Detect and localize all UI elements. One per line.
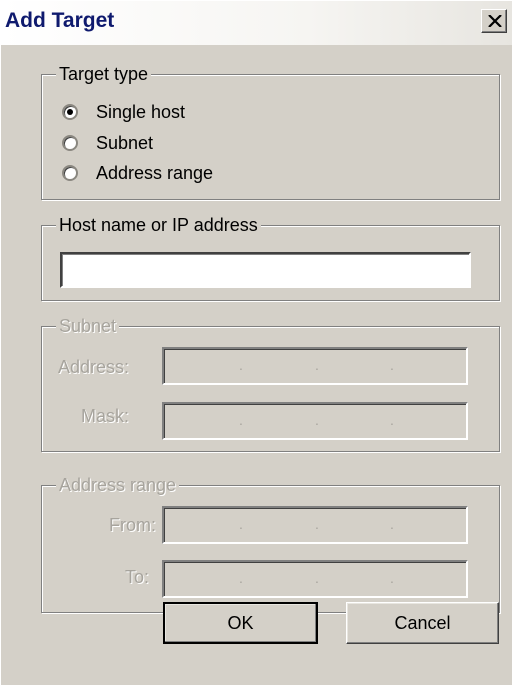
ip-separator: . bbox=[390, 516, 394, 532]
cancel-button-label: Cancel bbox=[394, 613, 451, 633]
ok-button-label: OK bbox=[227, 613, 254, 633]
subnet-address-label: Address: bbox=[58, 357, 130, 377]
cancel-button[interactable]: Cancel bbox=[346, 602, 499, 644]
range-from-label: From: bbox=[109, 515, 156, 535]
close-button[interactable] bbox=[481, 9, 507, 33]
range-from-field: . . . bbox=[162, 506, 468, 544]
subnet-group: Subnet Address: . . . Mask: . . . bbox=[41, 316, 500, 452]
subnet-mask-label: Mask: bbox=[81, 406, 130, 426]
subnet-address-field: . . . bbox=[162, 347, 468, 385]
radio-single-host-button[interactable] bbox=[62, 104, 78, 120]
ip-separator: . bbox=[315, 516, 319, 532]
ip-separator: . bbox=[315, 570, 319, 586]
target-type-legend: Target type bbox=[56, 64, 152, 84]
ip-separator: . bbox=[390, 570, 394, 586]
dialog-title: Add Target bbox=[5, 9, 115, 32]
range-to-field: . . . bbox=[162, 560, 468, 598]
host-group: Host name or IP address bbox=[41, 215, 500, 301]
subnet-mask-field: . . . bbox=[162, 402, 468, 440]
radio-address-range-label[interactable]: Address range bbox=[96, 162, 213, 184]
radio-subnet-button[interactable] bbox=[62, 135, 78, 151]
address-range-group: Address range From: . . . To: . . . bbox=[41, 475, 500, 613]
host-input[interactable] bbox=[60, 252, 471, 288]
radio-single-host-label[interactable]: Single host bbox=[96, 101, 185, 123]
close-icon bbox=[488, 15, 502, 27]
ip-separator: . bbox=[315, 412, 319, 428]
add-target-dialog: Add Target Target type Single host Subne… bbox=[0, 0, 512, 685]
radio-selected-dot bbox=[67, 109, 73, 115]
ip-separator: . bbox=[315, 357, 319, 373]
target-type-group: Target type Single host Subnet Address r… bbox=[41, 64, 500, 200]
ok-button[interactable]: OK bbox=[163, 602, 318, 644]
ip-separator: . bbox=[239, 570, 243, 586]
title-bar[interactable]: Add Target bbox=[1, 1, 512, 45]
radio-subnet-label[interactable]: Subnet bbox=[96, 132, 153, 154]
subnet-legend: Subnet bbox=[56, 316, 120, 336]
ip-separator: . bbox=[239, 412, 243, 428]
ip-separator: . bbox=[239, 516, 243, 532]
ip-separator: . bbox=[390, 412, 394, 428]
radio-address-range-button[interactable] bbox=[62, 165, 78, 181]
range-to-label: To: bbox=[125, 567, 150, 587]
ip-separator: . bbox=[390, 357, 394, 373]
address-range-legend: Address range bbox=[56, 475, 180, 495]
host-legend: Host name or IP address bbox=[56, 215, 261, 235]
ip-separator: . bbox=[239, 357, 243, 373]
